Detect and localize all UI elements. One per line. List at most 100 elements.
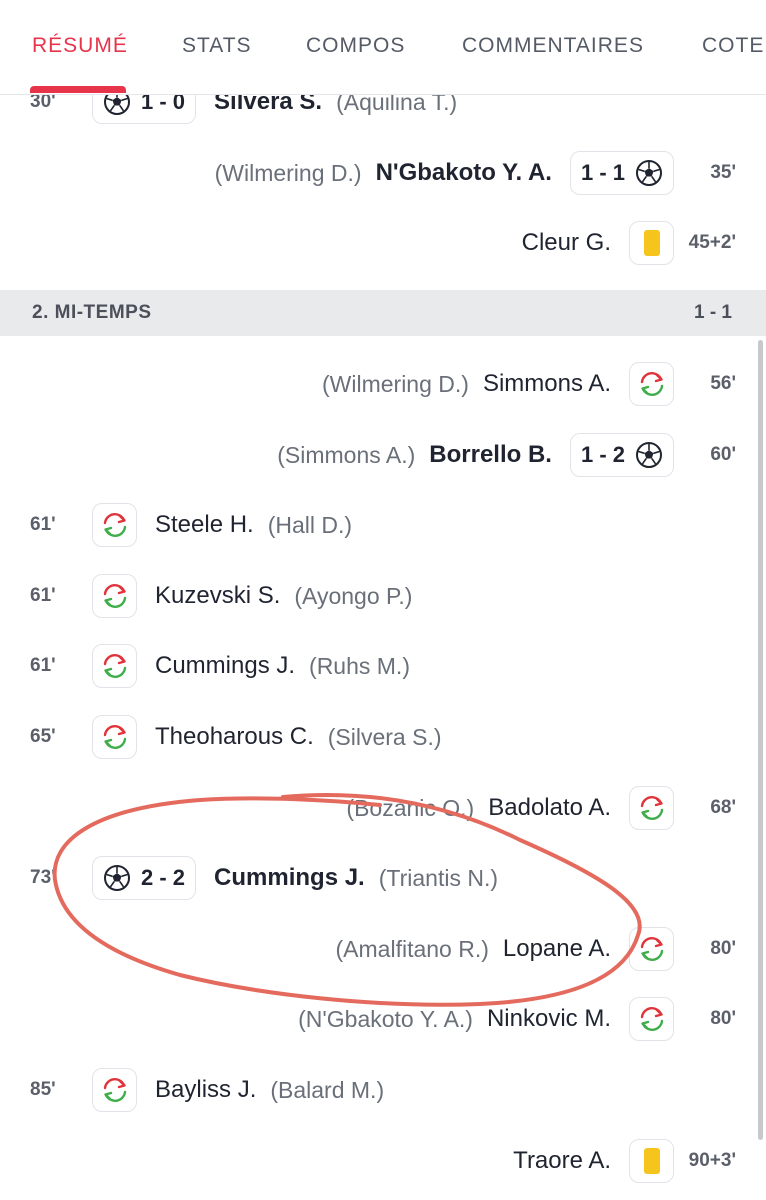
substitution-icon (100, 510, 130, 540)
substitution-badge (92, 574, 137, 618)
goal-badge: 2 - 2 (92, 856, 197, 900)
substitution-icon (100, 722, 130, 752)
event-content: (Simmons A.) Borrello B. 1 - 2 (277, 433, 674, 477)
goal-badge: 1 - 1 (569, 151, 674, 195)
event-content: Cleur G. (522, 221, 674, 265)
substitution-icon (637, 793, 667, 823)
event-minute: 35' (710, 162, 736, 183)
goal-score: 1 - 1 (580, 160, 625, 185)
scrollbar[interactable] (758, 340, 763, 1140)
event-row[interactable]: 61' Cummings J. (Ruhs M.) (0, 636, 766, 696)
event-content: (N'Gbakoto Y. A.) Ninkovic M. (298, 997, 674, 1041)
secondary-player: (Wilmering D.) (214, 159, 362, 186)
substitution-badge (92, 1068, 137, 1112)
section-title: 2. MI-TEMPS (32, 302, 152, 323)
event-row[interactable]: 85' Bayliss J. (Balard M.) (0, 1060, 766, 1120)
event-content: (Wilmering D.) N'Gbakoto Y. A. 1 - 1 (215, 151, 674, 195)
tab-commentaires[interactable]: COMMENTAIRES (462, 34, 644, 58)
secondary-player: (N'Gbakoto Y. A.) (298, 1005, 473, 1032)
player-name: Simmons A. (482, 370, 611, 397)
substitution-badge (629, 997, 674, 1041)
secondary-player: (Bozanic O.) (346, 794, 475, 821)
player-name: Cummings J. (214, 864, 365, 891)
player-name: Borrello B. (429, 441, 552, 468)
event-row[interactable]: 68' (Bozanic O.) Badolato A. (0, 778, 766, 838)
event-minute: 73' (30, 867, 56, 888)
substitution-icon (100, 581, 130, 611)
event-minute: 80' (710, 1008, 736, 1029)
event-content: 2 - 2 Cummings J. (Triantis N.) (92, 856, 498, 900)
soccer-ball-icon (635, 159, 663, 187)
player-name: N'Gbakoto Y. A. (375, 159, 552, 186)
player-name: Cleur G. (521, 229, 611, 256)
event-row[interactable]: 80' (N'Gbakoto Y. A.) Ninkovic M. (0, 989, 766, 1049)
event-minute: 85' (30, 1079, 56, 1100)
secondary-player: (Ruhs M.) (309, 652, 410, 679)
tab-stats[interactable]: STATS (182, 34, 252, 58)
player-name: Theoharous C. (155, 723, 314, 750)
event-row[interactable]: 45+2' Cleur G. (0, 213, 766, 273)
secondary-player: (Silvera S.) (327, 723, 442, 750)
soccer-ball-icon (103, 864, 131, 892)
substitution-badge (629, 362, 674, 406)
goal-badge: 1 - 2 (569, 433, 674, 477)
active-tab-indicator (30, 86, 126, 93)
event-content: (Amalfitano R.) Lopane A. (336, 927, 674, 971)
secondary-player: (Simmons A.) (277, 441, 416, 468)
substitution-badge (629, 786, 674, 830)
tab-bar: RÉSUMÉ STATS COMPOS COMMENTAIRES COTE (0, 0, 766, 95)
section-score: 1 - 1 (693, 302, 732, 323)
soccer-ball-icon (635, 441, 663, 469)
event-content: Steele H. (Hall D.) (92, 503, 352, 547)
event-minute: 65' (30, 726, 56, 747)
tab-compos[interactable]: COMPOS (306, 34, 405, 58)
event-content: Bayliss J. (Balard M.) (92, 1068, 384, 1112)
event-row[interactable]: 65' Theoharous C. (Silvera S.) (0, 707, 766, 767)
event-row[interactable]: 61' Steele H. (Hall D.) (0, 495, 766, 555)
event-minute: 61' (30, 514, 56, 535)
player-name: Ninkovic M. (486, 1005, 611, 1032)
event-row[interactable]: 35' (Wilmering D.) N'Gbakoto Y. A. 1 - 1 (0, 143, 766, 203)
event-row[interactable]: 80' (Amalfitano R.) Lopane A. (0, 919, 766, 979)
event-content: (Wilmering D.) Simmons A. (322, 362, 674, 406)
event-minute: 61' (30, 655, 56, 676)
secondary-player: (Balard M.) (270, 1076, 385, 1103)
substitution-badge (629, 927, 674, 971)
secondary-player: (Triantis N.) (378, 864, 498, 891)
event-content: Traore A. (513, 1139, 674, 1183)
event-content: Kuzevski S. (Ayongo P.) (92, 574, 412, 618)
tab-resume[interactable]: RÉSUMÉ (32, 34, 128, 58)
event-content: Cummings J. (Ruhs M.) (92, 644, 410, 688)
event-row[interactable]: 90+3' Traore A. (0, 1131, 766, 1191)
event-minute: 56' (710, 373, 736, 394)
substitution-badge (92, 503, 137, 547)
yellow-card-icon (643, 230, 660, 256)
event-minute: 60' (710, 444, 736, 465)
player-name: Lopane A. (502, 935, 611, 962)
event-row[interactable]: 73' 2 - 2 Cummings J. (Triantis N.) (0, 848, 766, 908)
player-name: Badolato A. (488, 794, 611, 821)
goal-score: 1 - 2 (580, 442, 625, 467)
event-minute: 90+3' (688, 1150, 736, 1171)
event-content: (Bozanic O.) Badolato A. (346, 786, 674, 830)
player-name: Traore A. (513, 1147, 611, 1174)
tab-cote[interactable]: COTE (702, 34, 764, 58)
section-header-second-half: 2. MI-TEMPS 1 - 1 (0, 290, 766, 336)
player-name: Cummings J. (155, 652, 296, 679)
substitution-icon (637, 1004, 667, 1034)
event-minute: 68' (710, 797, 736, 818)
event-minute: 80' (710, 938, 736, 959)
substitution-badge (92, 715, 137, 759)
player-name: Bayliss J. (155, 1076, 257, 1103)
event-row[interactable]: 56' (Wilmering D.) Simmons A. (0, 354, 766, 414)
substitution-badge (92, 644, 137, 688)
player-name: Steele H. (155, 511, 254, 538)
secondary-player: (Amalfitano R.) (335, 935, 489, 962)
substitution-icon (100, 651, 130, 681)
secondary-player: (Hall D.) (267, 511, 353, 538)
yellow-card-icon (643, 1148, 660, 1174)
substitution-icon (637, 369, 667, 399)
event-row[interactable]: 60' (Simmons A.) Borrello B. 1 - 2 (0, 425, 766, 485)
event-row[interactable]: 61' Kuzevski S. (Ayongo P.) (0, 566, 766, 626)
secondary-player: (Ayongo P.) (294, 582, 413, 609)
